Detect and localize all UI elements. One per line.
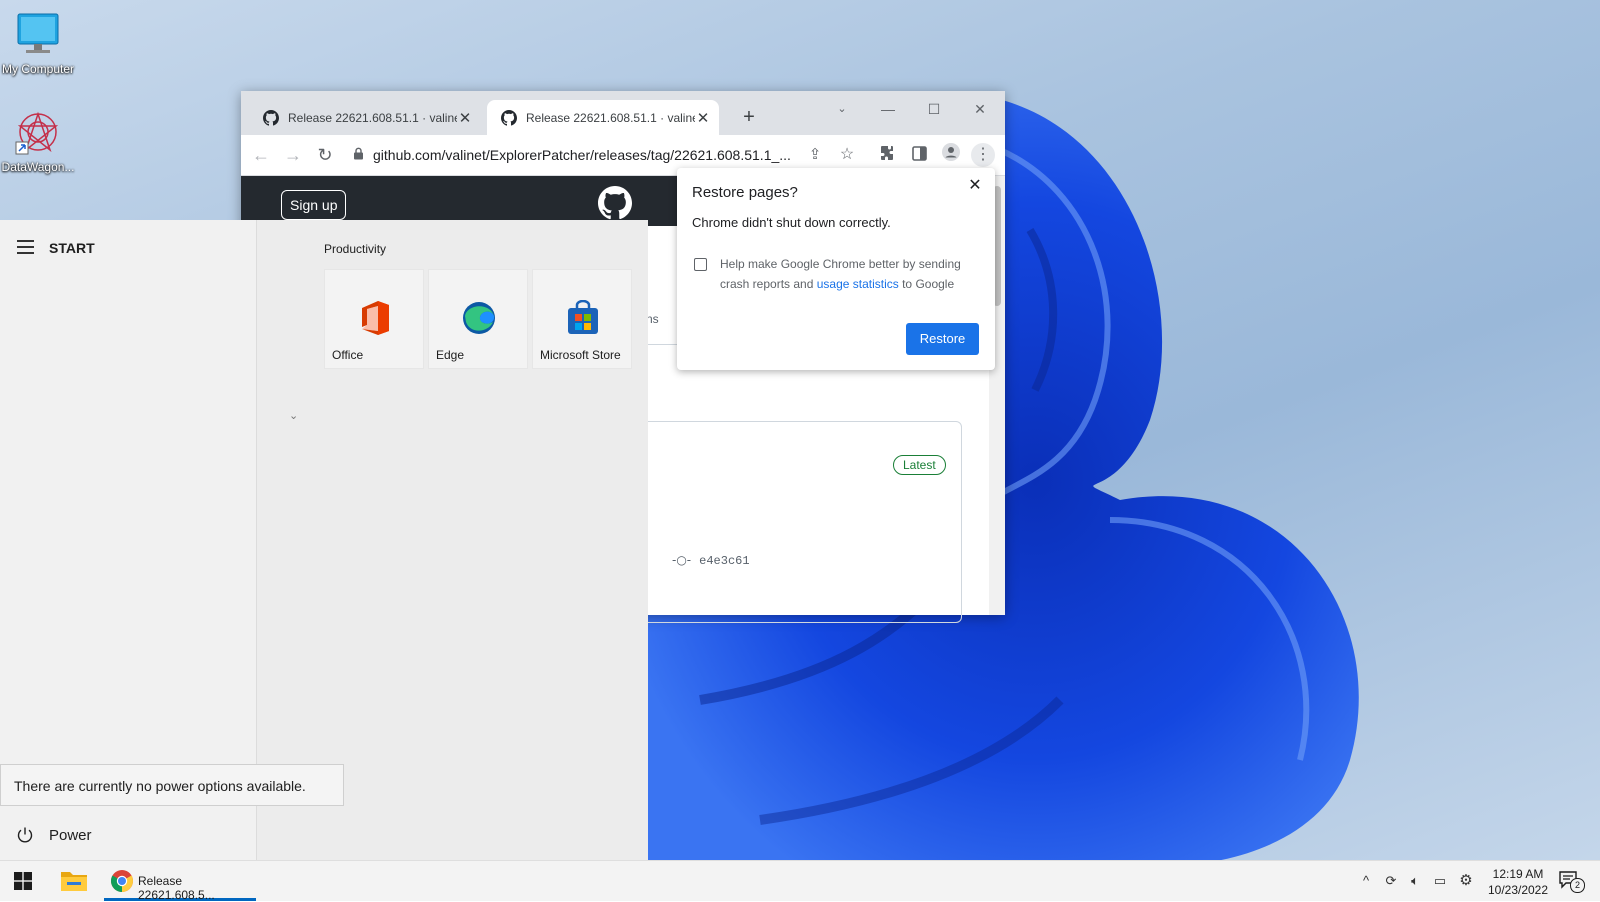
- chrome-menu-icon[interactable]: ⋮: [971, 143, 995, 167]
- sign-up-button[interactable]: Sign up: [281, 190, 347, 220]
- edge-icon: [463, 302, 495, 334]
- tile-office[interactable]: Office: [324, 269, 424, 369]
- lock-icon: [353, 147, 373, 163]
- notification-count-badge: 2: [1570, 878, 1585, 893]
- tile-edge[interactable]: Edge: [428, 269, 528, 369]
- crash-report-label: Help make Google Chrome better by sendin…: [720, 254, 976, 294]
- side-panel-icon[interactable]: [907, 143, 931, 167]
- latest-badge: Latest: [893, 455, 946, 475]
- release-card: [630, 421, 962, 623]
- tab-release-1[interactable]: Release 22621.608.51.1 · valinet/ ✕: [249, 100, 481, 135]
- tile-label: Edge: [436, 348, 465, 362]
- commit-hash: e4e3c61: [699, 554, 750, 568]
- forward-icon[interactable]: →: [281, 143, 305, 167]
- office-icon: [362, 301, 389, 335]
- desktop-icon-label: DataWagon...: [1, 160, 75, 174]
- desktop-icon-label: My Computer: [1, 62, 75, 76]
- minimize-button[interactable]: —: [865, 95, 911, 123]
- maximize-button[interactable]: ☐: [911, 95, 957, 123]
- show-hidden-icons-chevron-icon[interactable]: ^: [1356, 871, 1376, 891]
- restore-button[interactable]: Restore: [906, 323, 979, 355]
- commit-icon: -○-: [672, 553, 692, 567]
- tab-title: Release 22621.608.51.1 · valinet/: [526, 110, 695, 125]
- start-label: START: [49, 240, 95, 256]
- power-button[interactable]: Power: [0, 814, 256, 858]
- usage-statistics-link[interactable]: usage statistics: [817, 277, 899, 291]
- tile-label: Microsoft Store: [540, 348, 621, 362]
- tab-search-icon[interactable]: ⌄: [819, 95, 865, 123]
- github-logo-icon[interactable]: [598, 186, 632, 220]
- crash-report-checkbox[interactable]: [694, 258, 707, 271]
- settings-gear-icon[interactable]: ⚙: [1456, 871, 1476, 891]
- desktop-icon-datawagon[interactable]: DataWagon...: [0, 110, 76, 174]
- close-tab-icon[interactable]: ✕: [695, 109, 711, 127]
- desktop-icon-my-computer[interactable]: My Computer: [0, 12, 76, 76]
- file-explorer-icon[interactable]: [60, 869, 88, 893]
- tile-microsoft-store[interactable]: Microsoft Store: [532, 269, 632, 369]
- restore-pages-dialog: Restore pages? Chrome didn't shut down c…: [677, 168, 995, 370]
- share-icon[interactable]: ⇪: [803, 143, 827, 167]
- power-label: Power: [49, 827, 92, 844]
- hamburger-menu-icon[interactable]: [17, 240, 34, 254]
- store-icon: [568, 300, 598, 334]
- chrome-icon: [111, 870, 133, 892]
- url-text: github.com/valinet/ExplorerPatcher/relea…: [373, 147, 791, 163]
- checkbox-text-after: to Google: [898, 277, 955, 291]
- close-window-button[interactable]: ✕: [957, 95, 1003, 123]
- dialog-message: Chrome didn't shut down correctly.: [692, 215, 891, 230]
- clock-time: 12:19 AM: [1492, 867, 1544, 881]
- profile-avatar-icon[interactable]: [939, 143, 963, 167]
- extensions-icon[interactable]: [875, 143, 899, 167]
- windows-start-icon[interactable]: [14, 872, 32, 890]
- dialog-close-icon[interactable]: ✕: [965, 176, 985, 196]
- close-tab-icon[interactable]: ✕: [457, 109, 473, 127]
- sync-status-icon[interactable]: ⟳: [1381, 871, 1401, 891]
- power-options-tooltip: There are currently no power options ava…: [0, 764, 344, 806]
- notification-center-icon[interactable]: 2: [1558, 870, 1585, 893]
- address-bar[interactable]: github.com/valinet/ExplorerPatcher/relea…: [347, 141, 867, 169]
- new-tab-button[interactable]: +: [737, 106, 761, 130]
- taskbar: Release 22621.608.5... ^ ⟳ 🔈︎ ▭ ⚙ 12:19 …: [0, 860, 1600, 902]
- taskbar-clock[interactable]: 12:19 AM 10/23/2022: [1478, 866, 1558, 898]
- github-icon: [263, 109, 279, 126]
- tab-title: Release 22621.608.51.1 · valinet/: [288, 110, 457, 125]
- datawagon-icon: [14, 110, 62, 158]
- productivity-group-label: Productivity: [324, 242, 387, 256]
- power-icon: [17, 827, 33, 843]
- taskbar-chrome-window[interactable]: Release 22621.608.5...: [104, 861, 256, 902]
- tab-release-2[interactable]: Release 22621.608.51.1 · valinet/ ✕: [487, 100, 719, 135]
- reload-icon[interactable]: ↻: [313, 143, 337, 167]
- clock-date: 10/23/2022: [1487, 883, 1549, 897]
- volume-icon[interactable]: 🔈︎: [1405, 871, 1425, 891]
- dialog-title: Restore pages?: [692, 184, 798, 201]
- back-icon[interactable]: ←: [249, 143, 273, 167]
- chevron-down-icon[interactable]: ⌄: [289, 409, 298, 422]
- start-menu: START Power Productivity Office Edge Mic…: [0, 220, 648, 860]
- tab-strip: Release 22621.608.51.1 · valinet/ ✕ Rele…: [241, 91, 1005, 135]
- github-icon: [501, 109, 517, 126]
- monitor-icon: [14, 12, 62, 60]
- commit-link[interactable]: -○- e4e3c61: [672, 553, 750, 568]
- tile-label: Office: [332, 348, 364, 362]
- taskbar-window-label: Release 22621.608.5...: [138, 874, 215, 902]
- network-icon[interactable]: ▭: [1430, 871, 1450, 891]
- bookmark-star-icon[interactable]: ☆: [835, 143, 859, 167]
